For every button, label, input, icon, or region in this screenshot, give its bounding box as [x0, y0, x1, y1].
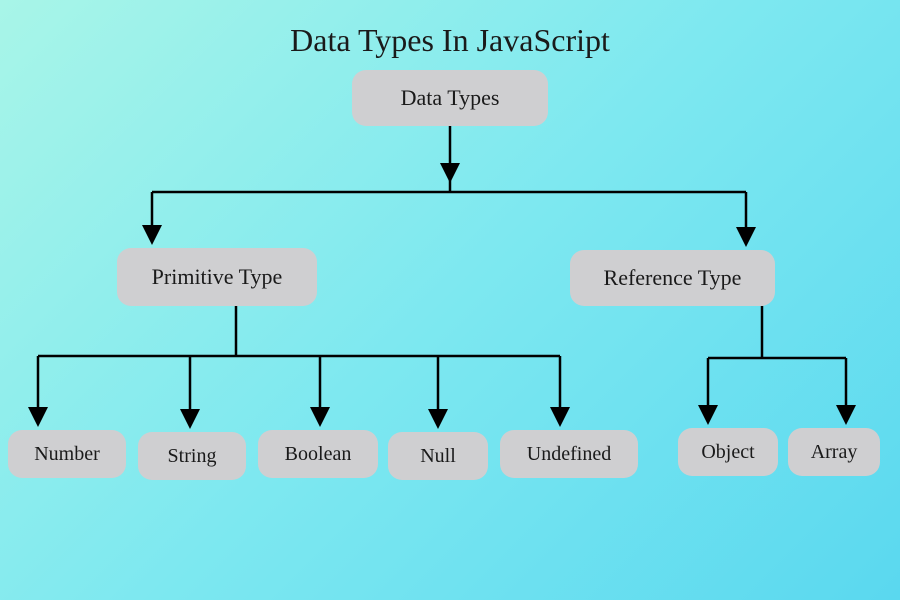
- node-undefined: Undefined: [500, 430, 638, 478]
- node-data-types: Data Types: [352, 70, 548, 126]
- diagram-title: Data Types In JavaScript: [0, 0, 900, 59]
- node-object: Object: [678, 428, 778, 476]
- node-reference-type: Reference Type: [570, 250, 775, 306]
- node-primitive-type: Primitive Type: [117, 248, 317, 306]
- node-null: Null: [388, 432, 488, 480]
- node-number: Number: [8, 430, 126, 478]
- node-array: Array: [788, 428, 880, 476]
- node-string: String: [138, 432, 246, 480]
- node-boolean: Boolean: [258, 430, 378, 478]
